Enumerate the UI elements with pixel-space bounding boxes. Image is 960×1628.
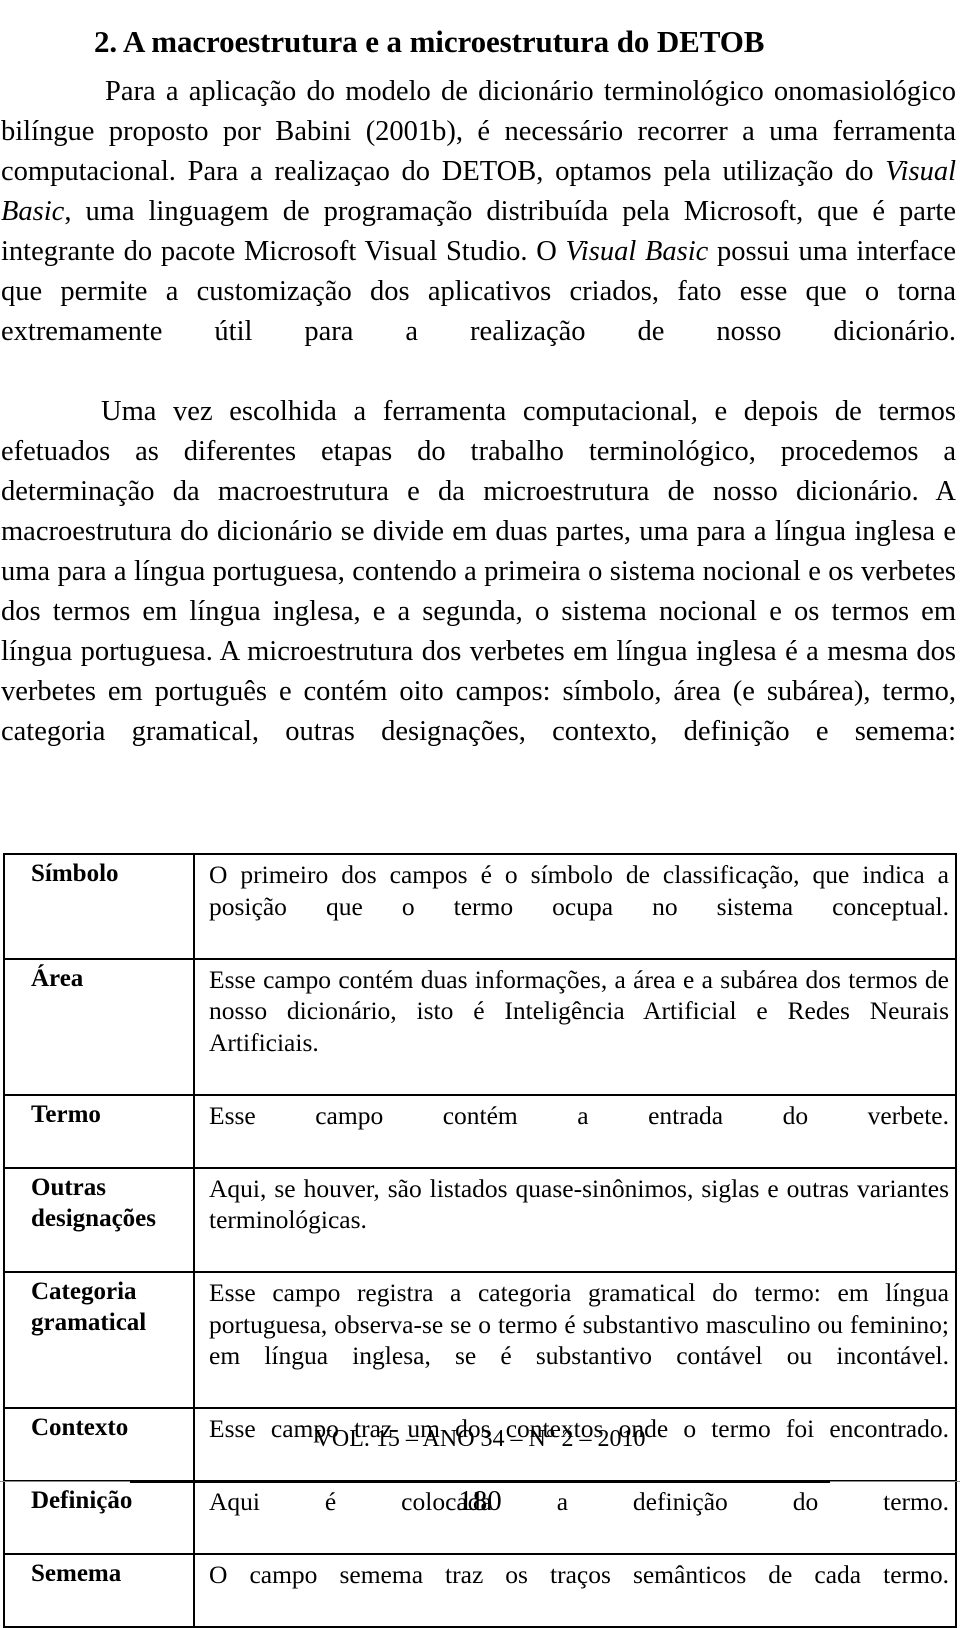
- document-page: 2. A macroestrutura e a microestrutura d…: [0, 0, 960, 1628]
- table-row: Semema O campo semema traz os traços sem…: [3, 1553, 957, 1628]
- field-label-outras-designacoes: Outras designações: [3, 1166, 195, 1273]
- table-row: Área Esse campo contém duas informações,…: [3, 957, 957, 1096]
- body-text-block: Para a aplicação do modelo de dicionário…: [1, 72, 956, 792]
- table-row: Termo Esse campo contém a entrada do ver…: [3, 1093, 957, 1169]
- field-description-outras-designacoes: Aqui, se houver, são listados quase-sinô…: [193, 1166, 957, 1273]
- field-description-semema: O campo semema traz os traços semânticos…: [193, 1553, 957, 1628]
- field-label-categoria-gramatical: Categoria gramatical: [3, 1271, 195, 1409]
- field-description-area: Esse campo contém duas informações, a ár…: [193, 957, 957, 1096]
- field-description-termo: Esse campo contém a entrada do verbete.: [193, 1093, 957, 1169]
- footer-volume-line: VOL. 15 – ANO 34 – N° 2 – 2010: [314, 1426, 646, 1452]
- italic-visual-basic-2: Visual Basic: [565, 236, 709, 267]
- field-label-semema: Semema: [3, 1553, 195, 1628]
- paragraph-1-segment-a: Para a aplicação do modelo de dicionário…: [1, 76, 956, 187]
- field-description-simbolo: O primeiro dos campos é o símbolo de cla…: [193, 853, 957, 960]
- field-label-termo: Termo: [3, 1093, 195, 1169]
- section-heading: 2. A macroestrutura e a microestrutura d…: [94, 23, 765, 59]
- paragraph-1: Para a aplicação do modelo de dicionário…: [1, 72, 956, 392]
- paragraph-2: Uma vez escolhida a ferramenta computaci…: [1, 396, 956, 747]
- table-row: Símbolo O primeiro dos campos é o símbol…: [3, 853, 957, 960]
- field-label-area: Área: [3, 957, 195, 1096]
- table-row: Categoria gramatical Esse campo registra…: [3, 1271, 957, 1409]
- footer-page-number: 180: [458, 1485, 502, 1517]
- field-description-categoria-gramatical: Esse campo registra a categoria gramatic…: [193, 1271, 957, 1409]
- table-row: Outras designações Aqui, se houver, são …: [3, 1166, 957, 1273]
- field-label-simbolo: Símbolo: [3, 853, 195, 960]
